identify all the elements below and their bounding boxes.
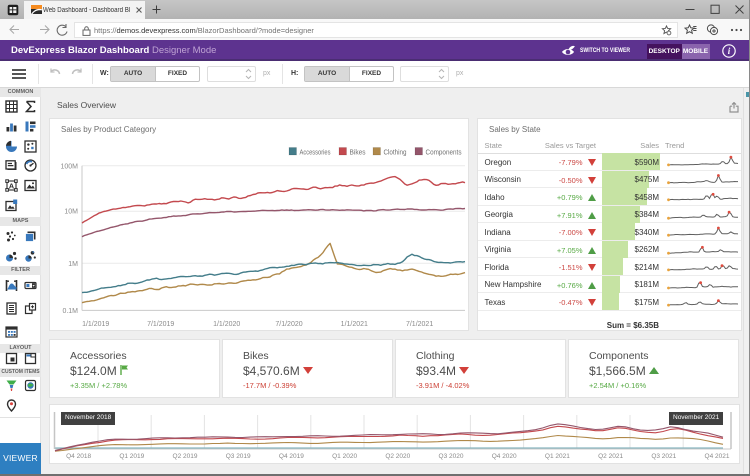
svg-text:i: i (728, 46, 731, 56)
svg-text:Bikes: Bikes (350, 148, 366, 157)
svg-text:Q4 2019: Q4 2019 (279, 453, 304, 460)
svg-text:Q3 2020: Q3 2020 (439, 453, 464, 460)
svg-text:Components: Components (426, 148, 462, 157)
svg-text:1/1/2021: 1/1/2021 (341, 321, 368, 328)
svg-text:10M: 10M (64, 209, 78, 216)
svg-text:1/1/2019: 1/1/2019 (82, 321, 109, 328)
svg-text:Q3 2019: Q3 2019 (226, 453, 251, 460)
svg-text:1/1/2020: 1/1/2020 (213, 321, 240, 328)
svg-text:Q3 2021: Q3 2021 (651, 453, 676, 460)
svg-text:Q1 2021: Q1 2021 (545, 453, 570, 460)
svg-text:Q2 2021: Q2 2021 (598, 453, 623, 460)
svg-text:Q4 2021: Q4 2021 (705, 453, 730, 460)
svg-text:0.1M: 0.1M (62, 308, 78, 315)
svg-text:Q4 2018: Q4 2018 (66, 453, 91, 460)
svg-text:7/1/2021: 7/1/2021 (406, 321, 433, 328)
svg-text:Q4 2020: Q4 2020 (492, 453, 517, 460)
svg-text:Q2 2020: Q2 2020 (385, 453, 410, 460)
svg-text:A: A (9, 181, 15, 190)
svg-text:Q1 2019: Q1 2019 (119, 453, 144, 460)
svg-text:Q2 2019: Q2 2019 (173, 453, 198, 460)
svg-text:Q1 2020: Q1 2020 (332, 453, 357, 460)
svg-text:100M: 100M (60, 163, 78, 170)
svg-text:Accessories: Accessories (300, 148, 331, 157)
svg-text:7/1/2019: 7/1/2019 (147, 321, 174, 328)
svg-text:1M: 1M (68, 261, 78, 268)
svg-text:7/1/2020: 7/1/2020 (275, 321, 302, 328)
svg-text:Clothing: Clothing (384, 148, 407, 157)
